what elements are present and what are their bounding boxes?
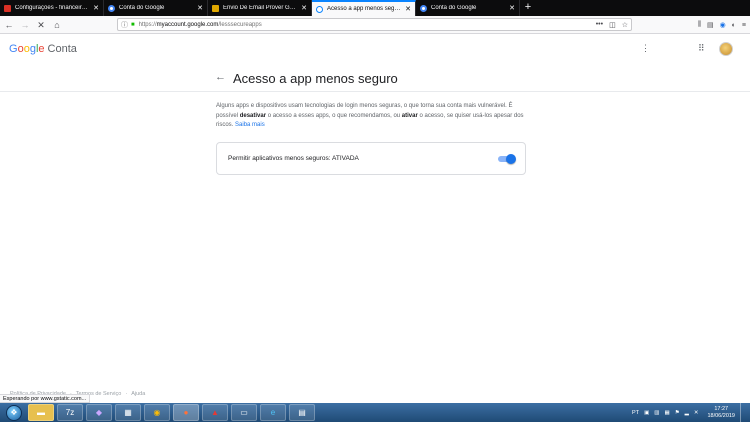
back-icon[interactable]: ← — [2, 18, 16, 32]
url-scheme: https:// — [138, 21, 157, 28]
tab-title: Conta do Google — [119, 5, 165, 11]
close-tab-icon[interactable]: ✕ — [509, 4, 515, 12]
tray-app-icon[interactable]: ▦ — [664, 410, 669, 416]
back-arrow-icon[interactable]: ← — [215, 71, 226, 83]
setting-label: Permitir aplicativos menos seguros: ATIV… — [228, 155, 359, 162]
browser-tab-bar: Configurações - financeiro@.. ✕ Conta do… — [0, 0, 750, 16]
page-title-row: ← Acesso a app menos seguro — [0, 65, 750, 92]
google-favicon-icon — [420, 4, 427, 12]
tray-network-icon[interactable]: ▥ — [654, 410, 659, 416]
clock-date: 18/06/2019 — [707, 412, 735, 419]
less-secure-apps-toggle[interactable] — [498, 154, 516, 164]
tab-conta-do-google-2[interactable]: Conta do Google ✕ — [416, 0, 520, 16]
internet-explorer-icon[interactable]: e — [260, 404, 286, 421]
system-tray: PT ▣ ▥ ▦ ⚑ ▂ ✕ 17:27 18/06/2019 — [632, 403, 750, 422]
new-tab-button[interactable]: + — [520, 0, 536, 16]
footer-separator: · — [125, 391, 128, 397]
google-logo: Google — [9, 43, 45, 55]
tab-configuracoes[interactable]: Configurações - financeiro@.. ✕ — [0, 0, 104, 16]
url-bar[interactable]: ⓘ ■ https:// myaccount.google.com /lesss… — [117, 18, 632, 31]
chrome-icon[interactable]: ◉ — [144, 404, 170, 421]
loading-favicon-icon — [316, 5, 323, 13]
learn-more-link[interactable]: Saiba mais — [235, 122, 265, 128]
toggle-knob — [506, 154, 516, 164]
tray-volume-icon[interactable]: ✕ — [694, 410, 699, 416]
triangle-app-icon[interactable]: ▲ — [202, 404, 228, 421]
tab-title: Configurações - financeiro@.. — [15, 5, 91, 11]
menu-icon[interactable]: ≡ — [742, 22, 746, 29]
tab-title: Conta do Google — [431, 5, 477, 11]
google-account-logo[interactable]: Google Conta — [9, 43, 77, 55]
page-actions-icon[interactable]: ••• — [596, 21, 603, 28]
language-indicator[interactable]: PT — [632, 410, 639, 416]
url-path: /lesssecureapps — [218, 21, 262, 28]
google-favicon-icon — [108, 4, 115, 12]
folder-app-icon[interactable]: ▭ — [231, 404, 257, 421]
tab-acesso-app-menos-seguro[interactable]: Acesso a app menos seguro ✕ — [312, 0, 416, 16]
description: Alguns apps e dispositivos usam tecnolog… — [216, 102, 526, 131]
info-icon[interactable]: ⓘ — [121, 20, 128, 30]
start-button-icon[interactable]: ❖ — [6, 404, 22, 421]
tab-envio-de-email[interactable]: Envio De Email Prover Gmail – ✕ — [208, 0, 312, 16]
bookmark-star-icon[interactable]: ☆ — [622, 21, 628, 29]
less-secure-apps-card: Permitir aplicativos menos seguros: ATIV… — [216, 142, 526, 175]
7zip-icon[interactable]: 7z — [57, 404, 83, 421]
forward-icon[interactable]: → — [18, 18, 32, 32]
screen: Configurações - financeiro@.. ✕ Conta do… — [0, 0, 750, 422]
tray-app-icon[interactable]: ▣ — [644, 410, 649, 416]
tray-network-icon[interactable]: ▂ — [685, 410, 689, 416]
file-explorer-icon[interactable]: ▬ — [28, 404, 54, 421]
url-host: myaccount.google.com — [156, 21, 219, 28]
lock-icon[interactable]: ■ — [131, 22, 135, 28]
show-desktop-button[interactable] — [740, 403, 746, 422]
tab-title: Acesso a app menos seguro — [327, 6, 403, 12]
tab-conta-do-google[interactable]: Conta do Google ✕ — [104, 0, 208, 16]
home-icon[interactable]: ⌂ — [50, 18, 64, 32]
product-name: Conta — [47, 43, 77, 55]
desc-bold-enable: ativar — [401, 112, 418, 119]
browser-status-bar: Esperando por www.gstatic.com... — [0, 394, 91, 403]
app-icon[interactable]: ▤ — [289, 404, 315, 421]
firefox-icon[interactable]: ● — [173, 404, 199, 421]
sidebar-icon[interactable]: ▤ — [707, 21, 714, 29]
tray-flag-icon[interactable]: ⚑ — [675, 410, 680, 416]
desc-text: o acesso a esses apps, o que recomendamo… — [266, 112, 402, 119]
page-title: Acesso a app menos seguro — [233, 71, 398, 86]
desc-bold-disable: desativar — [239, 112, 267, 119]
toolbar-right: ⫼ ▤ ◉ ◐ ≡ — [698, 16, 746, 34]
close-tab-icon[interactable]: ✕ — [405, 5, 411, 13]
pocket-icon[interactable]: ◫ — [609, 21, 616, 29]
browser-nav-bar: ← → ✕ ⌂ ⓘ ■ https:// myaccount.google.co… — [0, 16, 750, 34]
tab-title: Envio De Email Prover Gmail – — [223, 5, 299, 11]
visual-studio-icon[interactable]: ◆ — [86, 404, 112, 421]
gmail-favicon-icon — [4, 4, 11, 12]
library-icon[interactable]: ⫼ — [698, 21, 701, 29]
site-favicon-icon — [212, 4, 219, 12]
more-options-icon[interactable]: ⋮ — [641, 43, 650, 54]
avatar[interactable] — [719, 42, 733, 56]
clock[interactable]: 17:27 18/06/2019 — [707, 406, 735, 419]
url-actions: ••• ◫ ☆ — [596, 19, 628, 30]
stop-icon[interactable]: ✕ — [34, 18, 48, 32]
footer-help-link[interactable]: Ajuda — [131, 391, 145, 397]
windows-taskbar: ❖ ▬ 7z ◆ ▦ ◉ ● ▲ ▭ e ▤ PT ▣ ▥ ▦ ⚑ ▂ ✕ 17… — [0, 403, 750, 422]
close-tab-icon[interactable]: ✕ — [93, 4, 99, 12]
network-app-icon[interactable]: ▦ — [115, 404, 141, 421]
google-account-header: Google Conta ⋮ ⠿ — [0, 35, 750, 65]
close-tab-icon[interactable]: ✕ — [197, 4, 203, 12]
extension-icon[interactable]: ◉ — [720, 21, 726, 29]
apps-grid-icon[interactable]: ⠿ — [698, 43, 705, 54]
account-icon[interactable]: ◐ — [732, 22, 736, 29]
close-tab-icon[interactable]: ✕ — [301, 4, 307, 12]
